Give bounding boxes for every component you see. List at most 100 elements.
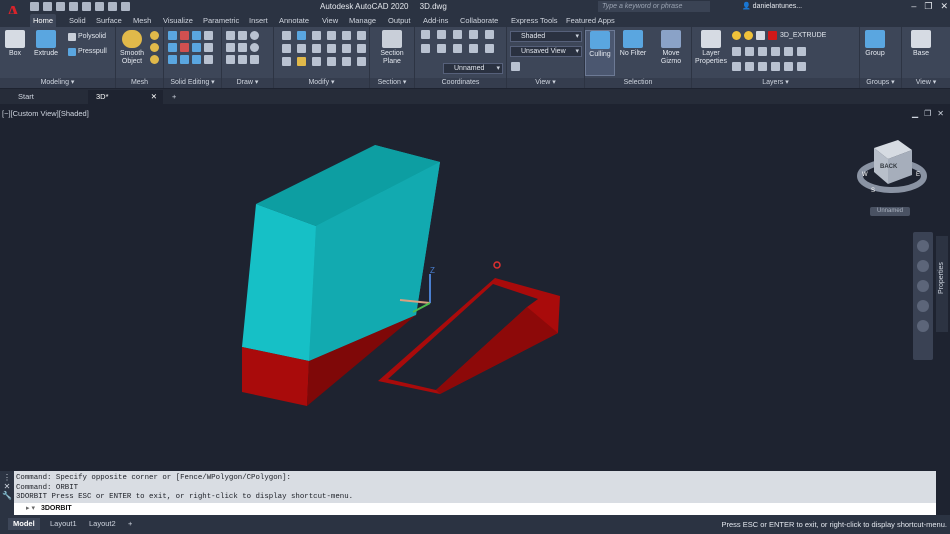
command-input[interactable]: ▸ ▾ 3DORBIT bbox=[14, 503, 936, 515]
layer-tool-5-icon[interactable] bbox=[784, 47, 793, 56]
modify-panel-title[interactable]: Modify ▾ bbox=[274, 78, 369, 88]
maximize-button[interactable]: ❐ bbox=[924, 1, 932, 12]
steering-wheel-icon[interactable] bbox=[917, 240, 929, 252]
line-icon[interactable] bbox=[226, 31, 235, 40]
viewport-config-icon[interactable] bbox=[511, 62, 520, 71]
layer-tool-12-icon[interactable] bbox=[797, 62, 806, 71]
erase-icon[interactable] bbox=[297, 57, 306, 66]
thicken-icon[interactable] bbox=[192, 43, 201, 52]
copy-icon[interactable] bbox=[282, 44, 291, 53]
add-layout-button[interactable]: + bbox=[123, 518, 137, 530]
stretch-icon[interactable] bbox=[282, 57, 291, 66]
solid-editing-panel-title[interactable]: Solid Editing ▾ bbox=[164, 78, 221, 88]
web-open-icon[interactable] bbox=[82, 2, 91, 11]
polysolid-button[interactable]: Polysolid bbox=[68, 32, 106, 42]
view-panel-title[interactable]: View ▾ bbox=[507, 78, 584, 88]
properties-palette-tab[interactable]: Properties bbox=[936, 236, 948, 332]
tab-mesh[interactable]: Mesh bbox=[130, 14, 154, 27]
tab-add-ins[interactable]: Add-ins bbox=[420, 14, 451, 27]
open-icon[interactable] bbox=[43, 2, 52, 11]
chamfer-icon[interactable] bbox=[357, 57, 366, 66]
arc-icon[interactable] bbox=[226, 43, 235, 52]
draw-panel-title[interactable]: Draw ▾ bbox=[222, 78, 273, 88]
union-icon[interactable] bbox=[168, 31, 177, 40]
ellipse-icon[interactable] bbox=[250, 43, 259, 52]
layer-tool-8-icon[interactable] bbox=[745, 62, 754, 71]
save-as-icon[interactable] bbox=[69, 2, 78, 11]
layer-tool-2-icon[interactable] bbox=[745, 47, 754, 56]
scale-icon[interactable] bbox=[357, 31, 366, 40]
layout-tab-model[interactable]: Model bbox=[8, 518, 40, 530]
tab-solid[interactable]: Solid bbox=[66, 14, 89, 27]
drawing-view-panel-title[interactable]: View ▾ bbox=[902, 78, 950, 88]
ucs-y-icon[interactable] bbox=[469, 30, 478, 39]
tab-output[interactable]: Output bbox=[385, 14, 414, 27]
layout-tab-layout2[interactable]: Layout2 bbox=[84, 518, 121, 530]
tab-view[interactable]: View bbox=[319, 14, 341, 27]
mesh-smooth-less-icon[interactable] bbox=[150, 43, 159, 52]
section-panel-title[interactable]: Section ▾ bbox=[370, 78, 414, 88]
minimize-button[interactable]: – bbox=[911, 1, 916, 12]
base-view-button[interactable]: Base bbox=[906, 30, 936, 58]
ucs-z-icon[interactable] bbox=[485, 30, 494, 39]
sun-icon[interactable] bbox=[744, 31, 753, 40]
layers-panel-title[interactable]: Layers ▾ bbox=[692, 78, 859, 88]
viewcube[interactable]: BACK S W E bbox=[857, 140, 927, 194]
command-grip-icon[interactable]: ⋮ bbox=[0, 473, 14, 482]
layer-tool-4-icon[interactable] bbox=[771, 47, 780, 56]
tab-annotate[interactable]: Annotate bbox=[276, 14, 312, 27]
imprint-icon[interactable] bbox=[204, 43, 213, 52]
ucs-world-icon[interactable] bbox=[437, 30, 446, 39]
layer-tool-10-icon[interactable] bbox=[771, 62, 780, 71]
move-gizmo-button[interactable]: Move Gizmo bbox=[655, 30, 687, 66]
new-tab-button[interactable]: + bbox=[168, 90, 184, 104]
zoom-icon[interactable] bbox=[917, 280, 929, 292]
layer-tool-11-icon[interactable] bbox=[784, 62, 793, 71]
subtract-icon[interactable] bbox=[180, 31, 189, 40]
ucs-x-icon[interactable] bbox=[453, 30, 462, 39]
tab-featured-apps[interactable]: Featured Apps bbox=[563, 14, 618, 27]
ucs-origin-icon[interactable] bbox=[421, 44, 430, 53]
move-icon[interactable] bbox=[282, 31, 291, 40]
join-icon[interactable] bbox=[327, 57, 336, 66]
command-customize-icon[interactable]: 🔧 bbox=[0, 491, 14, 500]
new-icon[interactable] bbox=[30, 2, 39, 11]
array-icon[interactable] bbox=[312, 44, 321, 53]
tab-insert[interactable]: Insert bbox=[246, 14, 271, 27]
current-layer-combo[interactable]: 3D_EXTRUDE bbox=[780, 31, 826, 41]
section-plane-button[interactable]: Section Plane bbox=[377, 30, 407, 66]
visual-style-combo[interactable]: Shaded bbox=[510, 31, 582, 42]
no-filter-button[interactable]: No Filter bbox=[617, 30, 649, 58]
drawing-viewport[interactable]: [−][Custom View][Shaded] ▁ ❐ ✕ Z BACK S … bbox=[0, 104, 950, 471]
ucs-view-icon[interactable] bbox=[485, 44, 494, 53]
tab-collaborate[interactable]: Collaborate bbox=[457, 14, 501, 27]
save-icon[interactable] bbox=[56, 2, 65, 11]
help-search-input[interactable]: Type a keyword or phrase bbox=[598, 1, 710, 12]
rectangle-icon[interactable] bbox=[238, 43, 247, 52]
user-account[interactable]: 👤 danielantunes... bbox=[742, 2, 802, 10]
showmotion-icon[interactable] bbox=[917, 320, 929, 332]
pan-icon[interactable] bbox=[917, 260, 929, 272]
shell-icon[interactable] bbox=[204, 55, 213, 64]
tab-parametric[interactable]: Parametric bbox=[200, 14, 242, 27]
ucs-object-icon[interactable] bbox=[469, 44, 478, 53]
tab-manage[interactable]: Manage bbox=[346, 14, 379, 27]
circle-icon[interactable] bbox=[250, 31, 259, 40]
slice-icon[interactable] bbox=[180, 43, 189, 52]
ucs-3point-icon[interactable] bbox=[437, 44, 446, 53]
break-icon[interactable] bbox=[342, 57, 351, 66]
extend-icon[interactable] bbox=[312, 57, 321, 66]
layer-tool-3-icon[interactable] bbox=[758, 47, 767, 56]
orbit-icon[interactable] bbox=[917, 300, 929, 312]
lock-icon[interactable] bbox=[756, 31, 765, 40]
rotate-3d-icon[interactable] bbox=[297, 31, 306, 40]
culling-button[interactable]: Culling bbox=[585, 30, 615, 76]
explode-icon[interactable] bbox=[342, 31, 351, 40]
hatch-icon[interactable] bbox=[238, 55, 247, 64]
polyline-icon[interactable] bbox=[238, 31, 247, 40]
extract-edges-icon[interactable] bbox=[204, 31, 213, 40]
tab-express-tools[interactable]: Express Tools bbox=[508, 14, 561, 27]
mesh-refine-icon[interactable] bbox=[150, 55, 159, 64]
trim-icon[interactable] bbox=[342, 44, 351, 53]
extrude-button[interactable]: Extrude bbox=[31, 30, 61, 58]
